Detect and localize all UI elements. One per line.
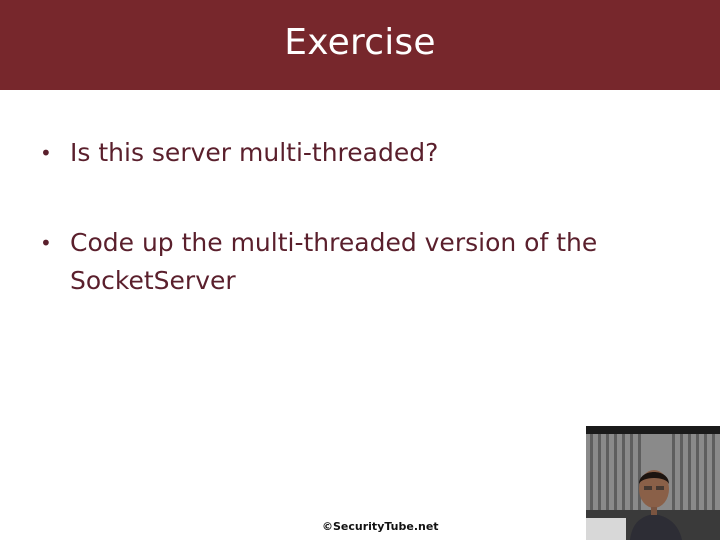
bullet-dot-icon: •: [40, 231, 52, 255]
bullet-item: • Code up the multi-threaded version of …: [40, 224, 640, 300]
copyright-footer: ©SecurityTube.net: [322, 520, 439, 533]
bullet-text: Is this server multi-threaded?: [70, 138, 439, 167]
presentation-slide: Exercise • Is this server multi-threaded…: [0, 0, 720, 540]
slide-title: Exercise: [284, 21, 436, 63]
presenter-webcam: [586, 426, 720, 540]
presenter-video-image: [586, 426, 720, 540]
bullet-list: • Is this server multi-threaded? • Code …: [40, 134, 640, 300]
title-bar: Exercise: [0, 0, 720, 90]
bullet-dot-icon: •: [40, 141, 52, 165]
bullet-item: • Is this server multi-threaded?: [40, 134, 640, 172]
bullet-text: Code up the multi-threaded version of th…: [70, 228, 598, 295]
